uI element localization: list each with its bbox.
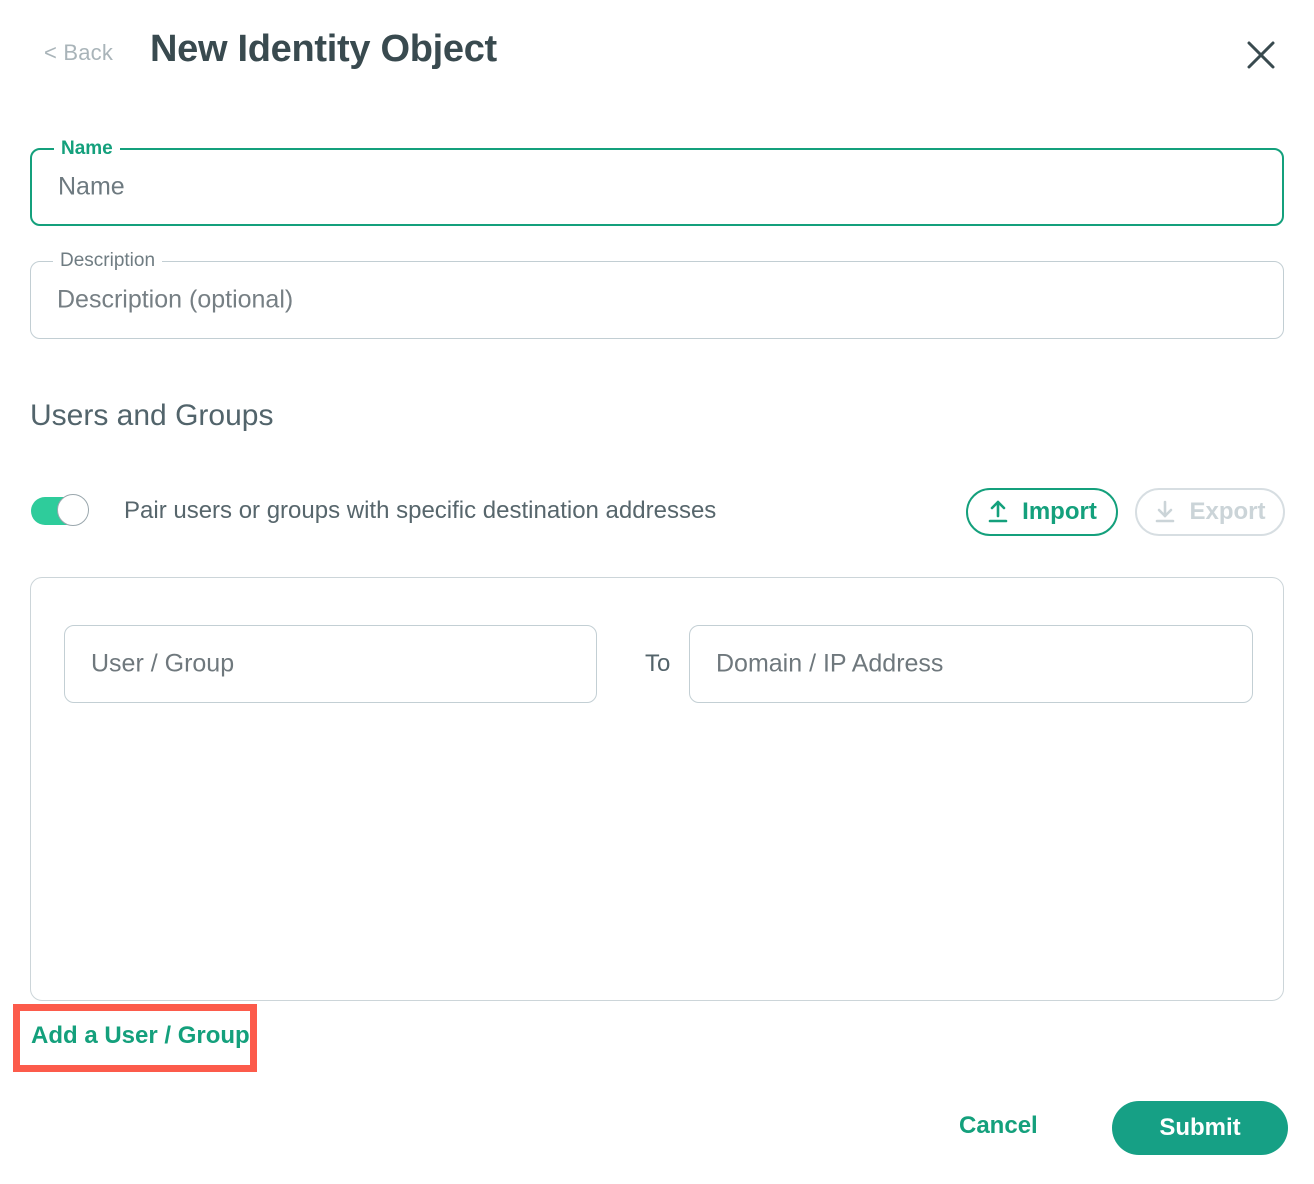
upload-icon (988, 500, 1008, 523)
import-button-label: Import (1022, 498, 1097, 525)
pair-users-toggle[interactable] (31, 494, 89, 526)
domain-ip-input-placeholder: Domain / IP Address (716, 649, 944, 678)
close-icon (1247, 41, 1275, 69)
description-field[interactable]: Description Description (optional) (30, 251, 1284, 339)
close-button[interactable] (1236, 30, 1286, 80)
pair-row: User / Group To Domain / IP Address (31, 578, 1283, 703)
user-group-input[interactable]: User / Group (64, 625, 597, 703)
description-field-label: Description (53, 251, 163, 271)
toggle-knob (57, 494, 89, 526)
name-field[interactable]: Name Name (30, 139, 1284, 226)
domain-ip-input[interactable]: Domain / IP Address (689, 625, 1253, 703)
page-title: New Identity Object (150, 28, 497, 70)
add-user-group-link[interactable]: Add a User / Group (31, 1022, 250, 1050)
name-field-placeholder: Name (58, 172, 125, 201)
cancel-button[interactable]: Cancel (959, 1112, 1038, 1140)
pair-separator-label: To (645, 650, 671, 677)
submit-button[interactable]: Submit (1112, 1101, 1288, 1155)
import-button[interactable]: Import (966, 488, 1118, 536)
user-group-input-placeholder: User / Group (91, 649, 235, 678)
export-button: Export (1135, 488, 1285, 536)
back-button[interactable]: < Back (44, 40, 113, 66)
pair-users-toggle-label: Pair users or groups with specific desti… (124, 497, 717, 524)
export-button-label: Export (1189, 498, 1266, 525)
section-title-users-and-groups: Users and Groups (30, 399, 274, 432)
user-group-pairs-container: User / Group To Domain / IP Address (30, 577, 1284, 1001)
name-field-label: Name (54, 139, 120, 159)
download-icon (1156, 500, 1175, 523)
dialog-header: < Back New Identity Object (0, 0, 1314, 112)
description-field-placeholder: Description (optional) (57, 285, 294, 314)
